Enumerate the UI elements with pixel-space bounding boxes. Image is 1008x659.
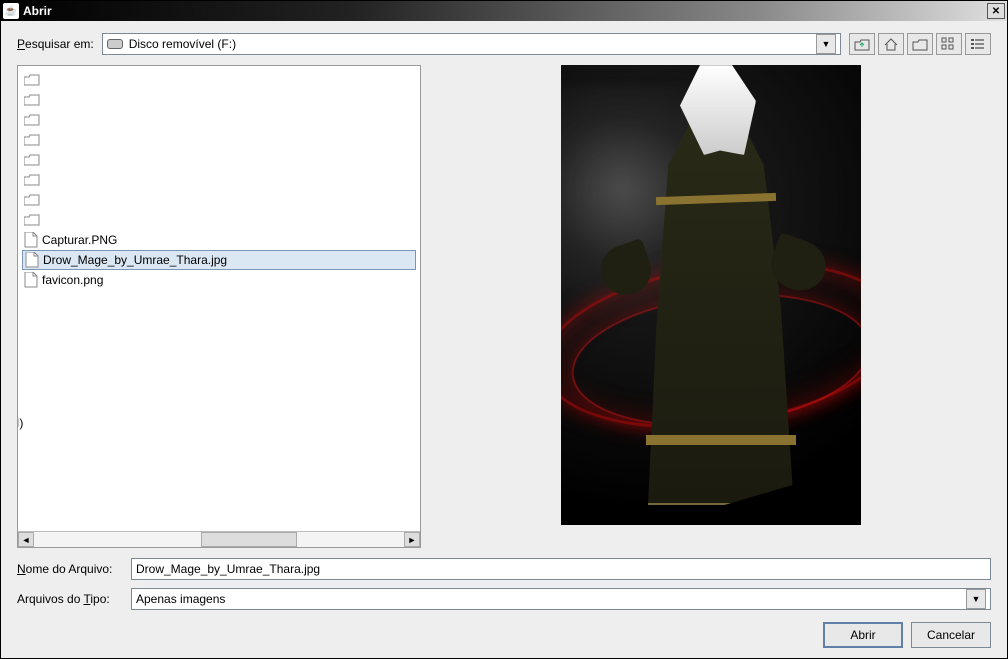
scroll-right-button[interactable]: ► xyxy=(404,532,420,547)
file-name: Capturar.PNG xyxy=(42,233,117,247)
folder-item[interactable] xyxy=(22,70,416,90)
file-icon xyxy=(25,252,39,268)
list-view-button[interactable] xyxy=(936,33,962,55)
bottom-fields: Nome do Arquivo: Arquivos do Tipo: Apena… xyxy=(17,558,991,610)
chevron-down-icon[interactable]: ▼ xyxy=(966,589,986,609)
folder-item[interactable] xyxy=(22,90,416,110)
drive-icon xyxy=(107,39,123,49)
lookin-value: Disco removível (F:) xyxy=(129,37,236,51)
file-name: favicon.png xyxy=(42,273,103,287)
folder-item[interactable] xyxy=(22,210,416,230)
open-button[interactable]: Abrir xyxy=(823,622,903,648)
folder-icon xyxy=(24,74,40,86)
main-area: I) Capturar.PNG Drow_Mage_by_Umrae_Thara.… xyxy=(17,65,991,548)
folder-icon xyxy=(24,94,40,106)
toolbar xyxy=(849,33,991,55)
folder-icon xyxy=(24,214,40,226)
file-list[interactable]: I) Capturar.PNG Drow_Mage_by_Umrae_Thara.… xyxy=(18,66,420,531)
scroll-thumb[interactable] xyxy=(201,532,297,547)
lookin-label: Pesquisar em: xyxy=(17,37,94,51)
folder-item[interactable] xyxy=(22,170,416,190)
filename-row: Nome do Arquivo: xyxy=(17,558,991,580)
file-list-panel: I) Capturar.PNG Drow_Mage_by_Umrae_Thara.… xyxy=(17,65,421,548)
folder-icon xyxy=(24,154,40,166)
close-button[interactable]: ✕ xyxy=(987,3,1005,19)
folder-icon xyxy=(24,134,40,146)
folder-icon xyxy=(24,174,40,186)
file-item[interactable]: Drow_Mage_by_Umrae_Thara.jpg xyxy=(22,250,416,270)
chevron-down-icon[interactable]: ▼ xyxy=(816,34,836,54)
folder-icon xyxy=(24,194,40,206)
filetype-row: Arquivos do Tipo: Apenas imagens ▼ xyxy=(17,588,991,610)
new-folder-button[interactable] xyxy=(907,33,933,55)
window-title: Abrir xyxy=(23,4,987,18)
java-icon: ☕ xyxy=(3,3,19,19)
details-view-button[interactable] xyxy=(965,33,991,55)
scroll-track[interactable] xyxy=(34,532,404,547)
up-one-level-button[interactable] xyxy=(849,33,875,55)
filetype-value: Apenas imagens xyxy=(136,592,225,606)
cancel-button[interactable]: Cancelar xyxy=(911,622,991,648)
folder-item[interactable] xyxy=(22,150,416,170)
lookin-row: Pesquisar em: Disco removível (F:) ▼ xyxy=(17,33,991,55)
file-item[interactable]: favicon.png xyxy=(22,270,416,290)
open-dialog-window: ☕ Abrir ✕ Pesquisar em: Disco removível … xyxy=(0,0,1008,659)
stray-text: I) xyxy=(18,416,23,430)
filetype-label: Arquivos do Tipo: xyxy=(17,592,125,606)
horizontal-scrollbar[interactable]: ◄ ► xyxy=(18,531,420,547)
file-icon xyxy=(24,232,38,248)
filename-input[interactable] xyxy=(131,558,991,580)
folder-item[interactable] xyxy=(22,130,416,150)
file-icon xyxy=(24,272,38,288)
image-preview xyxy=(561,65,861,525)
home-button[interactable] xyxy=(878,33,904,55)
preview-pane xyxy=(431,65,991,548)
scroll-left-button[interactable]: ◄ xyxy=(18,532,34,547)
filename-label: Nome do Arquivo: xyxy=(17,562,125,576)
button-row: Abrir Cancelar xyxy=(17,622,991,648)
folder-icon xyxy=(24,114,40,126)
dialog-content: Pesquisar em: Disco removível (F:) ▼ xyxy=(1,21,1007,658)
file-item[interactable]: Capturar.PNG xyxy=(22,230,416,250)
filetype-combobox[interactable]: Apenas imagens ▼ xyxy=(131,588,991,610)
folder-item[interactable] xyxy=(22,190,416,210)
folder-item[interactable] xyxy=(22,110,416,130)
lookin-combobox[interactable]: Disco removível (F:) ▼ xyxy=(102,33,841,55)
titlebar: ☕ Abrir ✕ xyxy=(1,1,1007,21)
file-name: Drow_Mage_by_Umrae_Thara.jpg xyxy=(43,253,227,267)
